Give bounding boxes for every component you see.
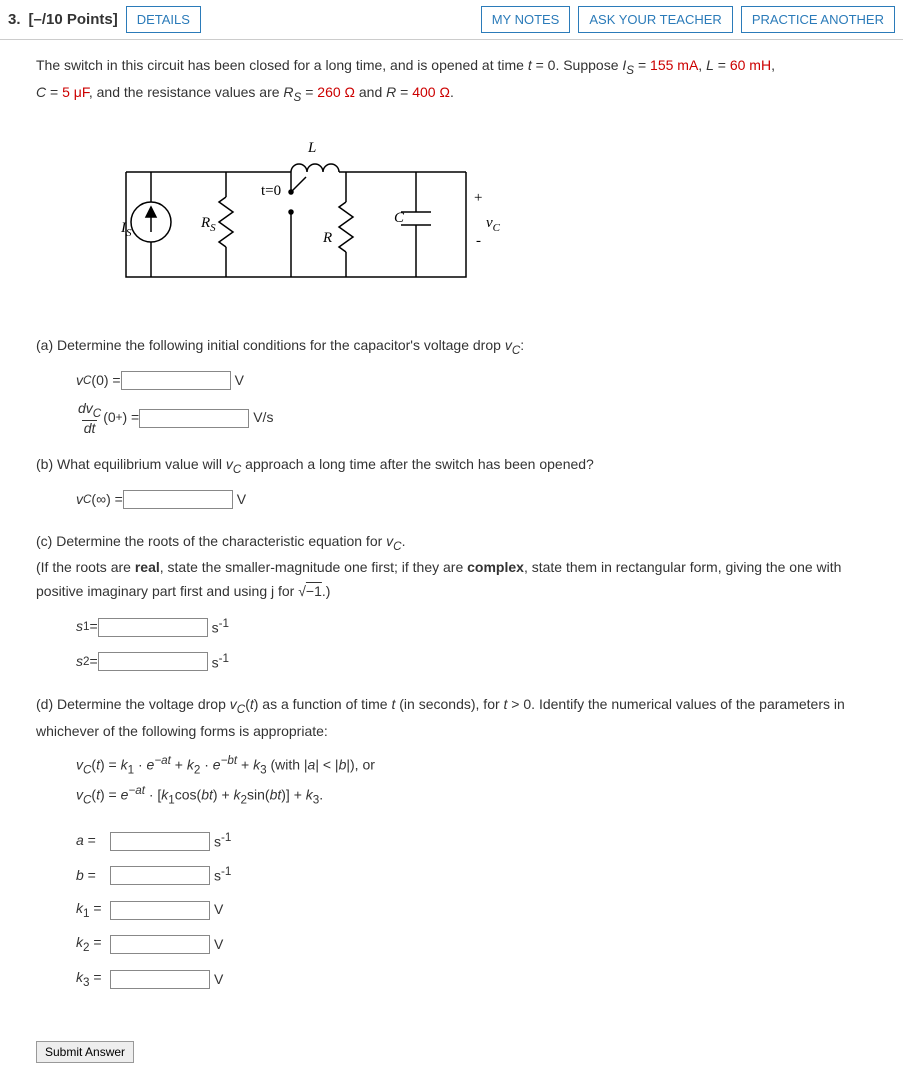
unit-sinv: s-1 — [214, 862, 231, 888]
unit-sinv: s-1 — [212, 614, 229, 640]
question-number: 3. — [8, 11, 21, 28]
s1-row: s1 = s-1 — [76, 614, 867, 640]
vc0-row: vC(0) = V — [76, 369, 867, 393]
svg-text:t=0: t=0 — [261, 183, 281, 199]
unit-sinv: s-1 — [212, 649, 229, 675]
svg-text:C: C — [394, 210, 405, 226]
k2-row: k2 = V — [76, 931, 867, 958]
svg-text:+: + — [474, 190, 482, 206]
submit-row: Submit Answer — [0, 1031, 903, 1073]
unit-v: V — [237, 488, 246, 512]
part-d: (d) Determine the voltage drop vC(t) as … — [36, 693, 867, 993]
submit-button[interactable]: Submit Answer — [36, 1041, 134, 1063]
a-row: a = s-1 — [76, 828, 867, 854]
s2-row: s2 = s-1 — [76, 649, 867, 675]
part-c: (c) Determine the roots of the character… — [36, 530, 867, 675]
s2-input[interactable] — [98, 652, 208, 671]
vc0-input[interactable] — [121, 371, 231, 390]
a-input[interactable] — [110, 832, 210, 851]
vcinf-row: vC(∞) = V — [76, 488, 867, 512]
problem-statement: The switch in this circuit has been clos… — [36, 54, 867, 107]
unit-vs: V/s — [253, 406, 273, 430]
unit-sinv: s-1 — [214, 828, 231, 854]
unit-v: V — [214, 968, 223, 992]
k2-input[interactable] — [110, 935, 210, 954]
svg-text:R: R — [322, 230, 332, 246]
dvcdt-input[interactable] — [139, 409, 249, 428]
vcinf-input[interactable] — [123, 490, 233, 509]
k1-input[interactable] — [110, 901, 210, 920]
s1-input[interactable] — [98, 618, 208, 637]
problem-content: The switch in this circuit has been clos… — [0, 40, 903, 1031]
practice-button[interactable]: PRACTICE ANOTHER — [741, 6, 895, 33]
svg-text:RS: RS — [200, 215, 216, 234]
askteacher-button[interactable]: ASK YOUR TEACHER — [578, 6, 732, 33]
svg-text:vC: vC — [486, 215, 501, 234]
unit-v: V — [235, 369, 244, 393]
unit-v: V — [214, 933, 223, 957]
part-a: (a) Determine the following initial cond… — [36, 334, 867, 435]
svg-text:-: - — [476, 233, 481, 249]
k1-row: k1 = V — [76, 897, 867, 924]
b-input[interactable] — [110, 866, 210, 885]
question-header: 3. [–/10 Points] DETAILS MY NOTES ASK YO… — [0, 0, 903, 40]
part-b: (b) What equilibrium value will vC appro… — [36, 453, 867, 511]
mynotes-button[interactable]: MY NOTES — [481, 6, 571, 33]
details-button[interactable]: DETAILS — [126, 6, 201, 33]
points: [–/10 Points] — [29, 11, 118, 28]
svg-text:L: L — [307, 140, 316, 156]
dvcdt-row: dvCdt (0+) = V/s — [76, 401, 867, 436]
unit-v: V — [214, 898, 223, 922]
circuit-diagram: IS RS L t=0 R C + - vC — [116, 117, 867, 310]
b-row: b = s-1 — [76, 862, 867, 888]
k3-input[interactable] — [110, 970, 210, 989]
k3-row: k3 = V — [76, 966, 867, 993]
